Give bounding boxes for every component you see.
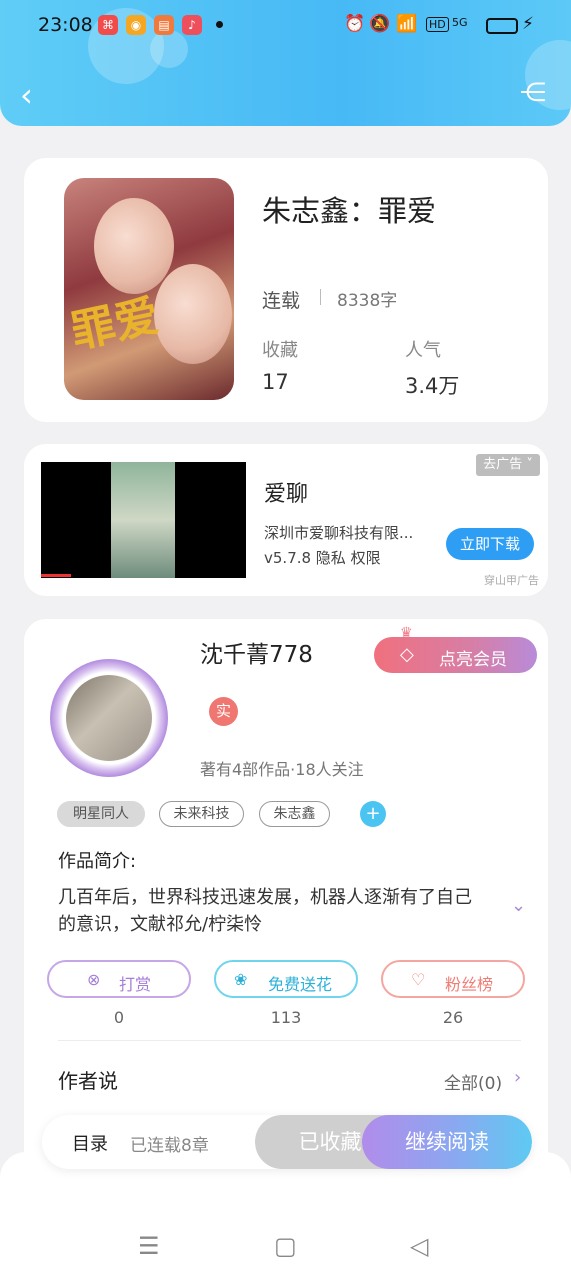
flower-label: 免费送花 — [268, 975, 333, 994]
home-square-icon[interactable]: ▢ — [274, 1232, 297, 1260]
ad-card[interactable]: 爱聊 深圳市爱聊科技有限... v5.7.8 隐私 权限 去广告 ˅ 立即下载 … — [24, 444, 548, 596]
ad-version: v5.7.8 隐私 权限 — [264, 549, 381, 567]
reader-icon: ▤ — [154, 15, 174, 35]
fans-rank-button[interactable]: ♡ 粉丝榜 — [381, 960, 525, 998]
author-name[interactable]: 沈千菁778 — [200, 635, 313, 669]
ad-company: 深圳市爱聊科技有限... — [264, 524, 414, 542]
ad-video-frame — [111, 462, 175, 578]
stat-value: 3.4万 — [405, 374, 460, 398]
flower-icon: ❀ — [234, 970, 248, 989]
tag-chip[interactable]: 明星同人 — [57, 801, 145, 827]
status-time: 23:08 — [38, 14, 93, 36]
author-meta: 著有4部作品·18人关注 — [200, 760, 364, 779]
signal-5g-icon: 5G — [452, 16, 468, 29]
reward-button[interactable]: ⊗ 打赏 — [47, 960, 191, 998]
ad-video[interactable] — [41, 462, 246, 578]
notification-dot — [216, 21, 223, 28]
fans-count: 26 — [442, 1008, 464, 1027]
diamond-icon: ◇ — [400, 644, 414, 665]
author-says-all-link[interactable]: 全部(0) — [444, 1069, 502, 1094]
vip-label: 点亮会员 — [439, 650, 507, 670]
continue-reading-button[interactable]: 继续阅读 — [362, 1115, 532, 1169]
chevron-left-icon[interactable]: ‹ — [20, 76, 33, 114]
book-title: 朱志鑫：罪爱 — [262, 194, 437, 228]
intro-title: 作品简介: — [58, 851, 137, 872]
yen-coin-icon: ⊗ — [87, 970, 101, 989]
cover-figure — [154, 264, 232, 364]
add-tag-icon[interactable]: + — [360, 801, 386, 827]
weibo-icon: ◉ — [126, 15, 146, 35]
menu-icon[interactable]: ☰ — [138, 1232, 160, 1260]
wifi-icon: 📶 — [396, 14, 418, 34]
mute-icon: 🔕 — [369, 14, 391, 34]
chapter-count: 已连载8章 — [130, 1136, 209, 1156]
word-count: 8338字 — [337, 291, 398, 311]
crown-icon: ♛ — [400, 625, 413, 641]
bottom-action-bar: 目录 已连载8章 已收藏 继续阅读 — [42, 1115, 532, 1169]
stat-label: 收藏 — [262, 340, 298, 361]
status-bar: 23:08 ⌘ ◉ ▤ ♪ ⏰ 🔕 📶 HD 5G ⚡ — [0, 0, 571, 52]
fans-heart-icon: ♡ — [411, 970, 426, 989]
alarm-icon: ⏰ — [344, 14, 366, 34]
music-icon: ♪ — [182, 15, 202, 35]
ad-progress-bar — [41, 574, 71, 577]
charging-icon: ⚡ — [522, 14, 534, 34]
share-icon[interactable]: ⋲ — [520, 78, 546, 108]
remove-ad-label: 去广告 — [483, 457, 523, 472]
stat-value: 17 — [262, 370, 289, 394]
book-cover[interactable]: 罪爱 — [64, 178, 234, 400]
back-triangle-icon[interactable]: ◁ — [410, 1232, 428, 1260]
intro-text: 几百年后，世界科技迅速发展，机器人逐渐有了自己的意识，文献祁允/柠柒怜 — [58, 887, 472, 935]
tag-chip[interactable]: 朱志鑫 — [259, 801, 330, 827]
cover-title-art: 罪爱 — [66, 290, 164, 359]
fans-label: 粉丝榜 — [445, 975, 494, 994]
avatar[interactable] — [66, 675, 152, 761]
tag-chip[interactable]: 未来科技 — [159, 801, 244, 827]
cover-figure — [94, 198, 174, 294]
divider — [320, 289, 321, 305]
remove-ad-button[interactable]: 去广告 ˅ — [476, 454, 540, 476]
chevron-right-icon[interactable]: › — [514, 1067, 521, 1088]
stat-label: 人气 — [405, 340, 441, 361]
ad-source: 穿山甲广告 — [484, 574, 539, 587]
book-status: 连载 — [262, 290, 301, 312]
author-card: 沈千菁778 实 著有4部作品·18人关注 ♛ ◇ 点亮会员 明星同人 未来科技… — [24, 619, 548, 1179]
reward-label: 打赏 — [119, 975, 152, 994]
battery-icon — [486, 18, 518, 34]
catalog-button[interactable]: 目录 — [72, 1130, 108, 1156]
chevron-down-icon[interactable]: ⌄ — [511, 895, 526, 916]
flower-count: 113 — [270, 1008, 302, 1027]
ad-app-name: 爱聊 — [264, 482, 309, 507]
top-header: 23:08 ⌘ ◉ ▤ ♪ ⏰ 🔕 📶 HD 5G ⚡ ‹ ⋲ — [0, 0, 571, 126]
book-info-card: 罪爱 朱志鑫：罪爱 连载 8338字 收藏 17 人气 3.4万 — [24, 158, 548, 422]
verified-badge: 实 — [209, 697, 238, 726]
navigation-area — [0, 1152, 571, 1280]
divider — [58, 1040, 521, 1041]
xiaohongshu-icon: ⌘ — [98, 15, 118, 35]
reward-count: 0 — [113, 1008, 125, 1027]
vip-button[interactable]: ♛ ◇ 点亮会员 — [374, 625, 537, 673]
send-flower-button[interactable]: ❀ 免费送花 — [214, 960, 358, 998]
ad-download-button[interactable]: 立即下载 — [446, 528, 534, 560]
author-says-title: 作者说 — [58, 1069, 118, 1093]
hd-icon: HD — [426, 17, 449, 32]
